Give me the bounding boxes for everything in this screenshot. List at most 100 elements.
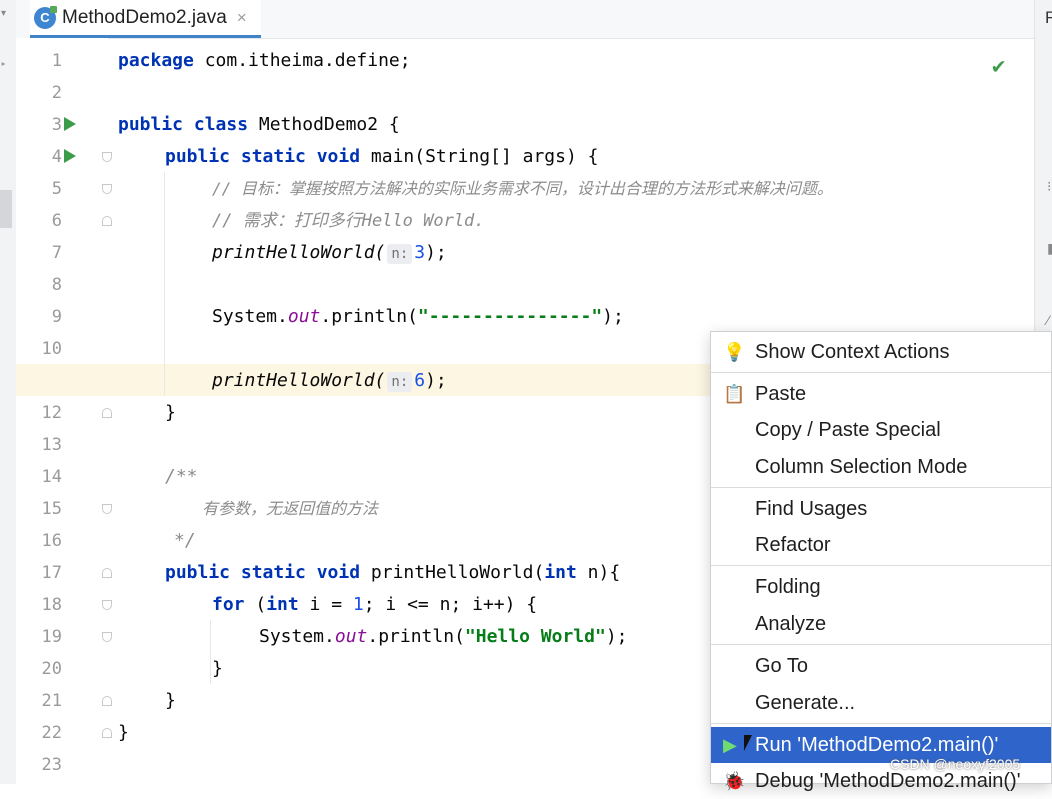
menu-separator [711, 487, 1051, 488]
menu-item-refactor[interactable]: Refactor [711, 527, 1051, 563]
menu-item-show-context-actions[interactable]: 💡 Show Context Actions [711, 334, 1051, 370]
editor-gutter: 1 2 3 4 5 6 7 8 9 10 11 12 13 14 15 16 1… [16, 38, 112, 784]
line-number: 12 [41, 403, 62, 423]
close-icon[interactable]: × [237, 8, 247, 28]
code-text: ); [605, 626, 628, 647]
line-number: 14 [41, 467, 62, 487]
field-ref: out [287, 306, 321, 327]
menu-item-label: Column Selection Mode [755, 456, 968, 478]
run-icon: ▶ [723, 735, 737, 755]
editor-tab-methoddemo2[interactable]: C MethodDemo2.java × [30, 0, 261, 38]
code-line-3: public class MethodDemo2 { [118, 109, 400, 141]
menu-item-generate[interactable]: Generate... [711, 685, 1051, 721]
code-text: System. [259, 626, 335, 647]
keyword: public static void [165, 562, 361, 583]
code-line-11: printHelloWorld(n: 6); [212, 365, 447, 397]
line-number: 9 [51, 307, 62, 327]
code-text: ); [602, 306, 624, 327]
keyword: int [266, 594, 299, 615]
code-text: .println( [320, 306, 418, 327]
right-panel-letter[interactable]: R [1045, 8, 1052, 28]
debug-bug-icon: 🐞 [723, 771, 746, 791]
code-line-7: printHelloWorld(n: 3); [212, 237, 447, 269]
code-text: com.itheima.define; [193, 50, 411, 71]
param-hint: n: [387, 372, 413, 392]
menu-item-folding[interactable]: Folding [711, 569, 1051, 605]
code-line-18: for (int i = 1; i <= n; i++) { [212, 589, 537, 621]
code-text: main(String[] args) { [360, 146, 599, 167]
tab-label: MethodDemo2.java [62, 6, 227, 28]
menu-item-analyze[interactable]: Analyze [711, 606, 1051, 642]
code-line-4: public static void main(String[] args) { [165, 141, 599, 173]
code-line-17: public static void printHelloWorld(int n… [165, 557, 620, 589]
code-line-1: package com.itheima.define; [118, 45, 411, 77]
menu-separator [711, 372, 1051, 373]
code-line-22: } [118, 722, 129, 743]
line-number: 10 [41, 339, 62, 359]
line-number: 22 [41, 723, 62, 743]
panel-tick-icon: ‣ [0, 58, 7, 71]
code-line-5-comment: // 目标：掌握按照方法解决的实际业务需求不同，设计出合理的方法形式来解决问题。 [212, 179, 833, 198]
string-literal: "Hello World" [464, 626, 606, 647]
code-line-9: System.out.println("---------------"); [212, 301, 624, 333]
menu-separator [711, 644, 1051, 645]
indent-guide [210, 620, 211, 684]
field-ref: out [334, 626, 368, 647]
line-number: 20 [41, 659, 62, 679]
code-text: ; i <= n; i++) { [363, 594, 538, 615]
code-text: MethodDemo2 { [248, 114, 400, 135]
method-call: printHelloWorld( [212, 370, 386, 391]
code-line-6-comment: // 需求：打印多行Hello World. [212, 211, 485, 231]
code-line-21: } [165, 690, 176, 711]
menu-item-label: Run 'MethodDemo2.main()' [755, 734, 999, 756]
menu-separator [711, 723, 1051, 724]
menu-item-label: Show Context Actions [755, 341, 950, 363]
number-literal: 1 [352, 594, 364, 615]
menu-item-label: Paste [755, 383, 807, 405]
watermark: CSDN @neoxyf2005 [890, 756, 1021, 772]
keyword: public static void [165, 146, 361, 167]
panel-bar-icon: ▮ [1047, 240, 1052, 256]
collapse-arrow-icon[interactable]: ▾ [1, 8, 6, 19]
menu-item-copy-paste-special[interactable]: Copy / Paste Special [711, 412, 1051, 448]
keyword: int [544, 562, 577, 583]
line-number: 21 [41, 691, 62, 711]
menu-item-find-usages[interactable]: Find Usages [711, 491, 1051, 527]
inspection-ok-icon[interactable]: ✔ [992, 54, 1005, 79]
menu-item-label: Debug 'MethodDemo2.main()' [755, 770, 1021, 792]
indent-guide [164, 172, 165, 396]
line-number: 2 [51, 83, 62, 103]
lightbulb-icon: 💡 [723, 342, 746, 362]
param-hint: n: [387, 244, 413, 264]
menu-item-paste[interactable]: 📋 Paste [711, 376, 1051, 412]
line-number: 4 [51, 147, 62, 167]
code-line-14-doc: /** [165, 466, 198, 487]
run-class-icon[interactable] [64, 117, 76, 131]
number-literal: 3 [414, 242, 426, 263]
string-literal: "---------------" [417, 306, 603, 327]
code-line-19: System.out.println("Hello World"); [259, 621, 628, 653]
keyword: public class [118, 114, 249, 135]
panel-selection-marker [0, 190, 12, 228]
code-text: ); [425, 242, 447, 263]
menu-item-go-to[interactable]: Go To [711, 648, 1051, 684]
code-text: ( [244, 594, 267, 615]
keyword: package [118, 50, 194, 71]
code-line-15-doc: 有参数，无返回值的方法 [202, 499, 379, 518]
line-number: 18 [41, 595, 62, 615]
line-number: 17 [41, 563, 62, 583]
project-panel-edge[interactable]: ▾ ‣ [0, 0, 17, 784]
code-text: System. [212, 306, 288, 327]
code-text: i = [298, 594, 353, 615]
line-number: 7 [51, 243, 62, 263]
menu-item-label: Refactor [755, 534, 831, 556]
editor-context-menu: 💡 Show Context Actions 📋 Paste Copy / Pa… [710, 331, 1052, 792]
code-text: printHelloWorld( [360, 562, 545, 583]
keyword: for [212, 594, 245, 615]
line-number: 16 [41, 531, 62, 551]
editor-tab-bar: C MethodDemo2.java × [16, 0, 1034, 39]
menu-item-column-selection-mode[interactable]: Column Selection Mode [711, 449, 1051, 485]
menu-item-label: Folding [755, 576, 821, 598]
line-number: 13 [41, 435, 62, 455]
run-main-icon[interactable] [64, 149, 76, 163]
